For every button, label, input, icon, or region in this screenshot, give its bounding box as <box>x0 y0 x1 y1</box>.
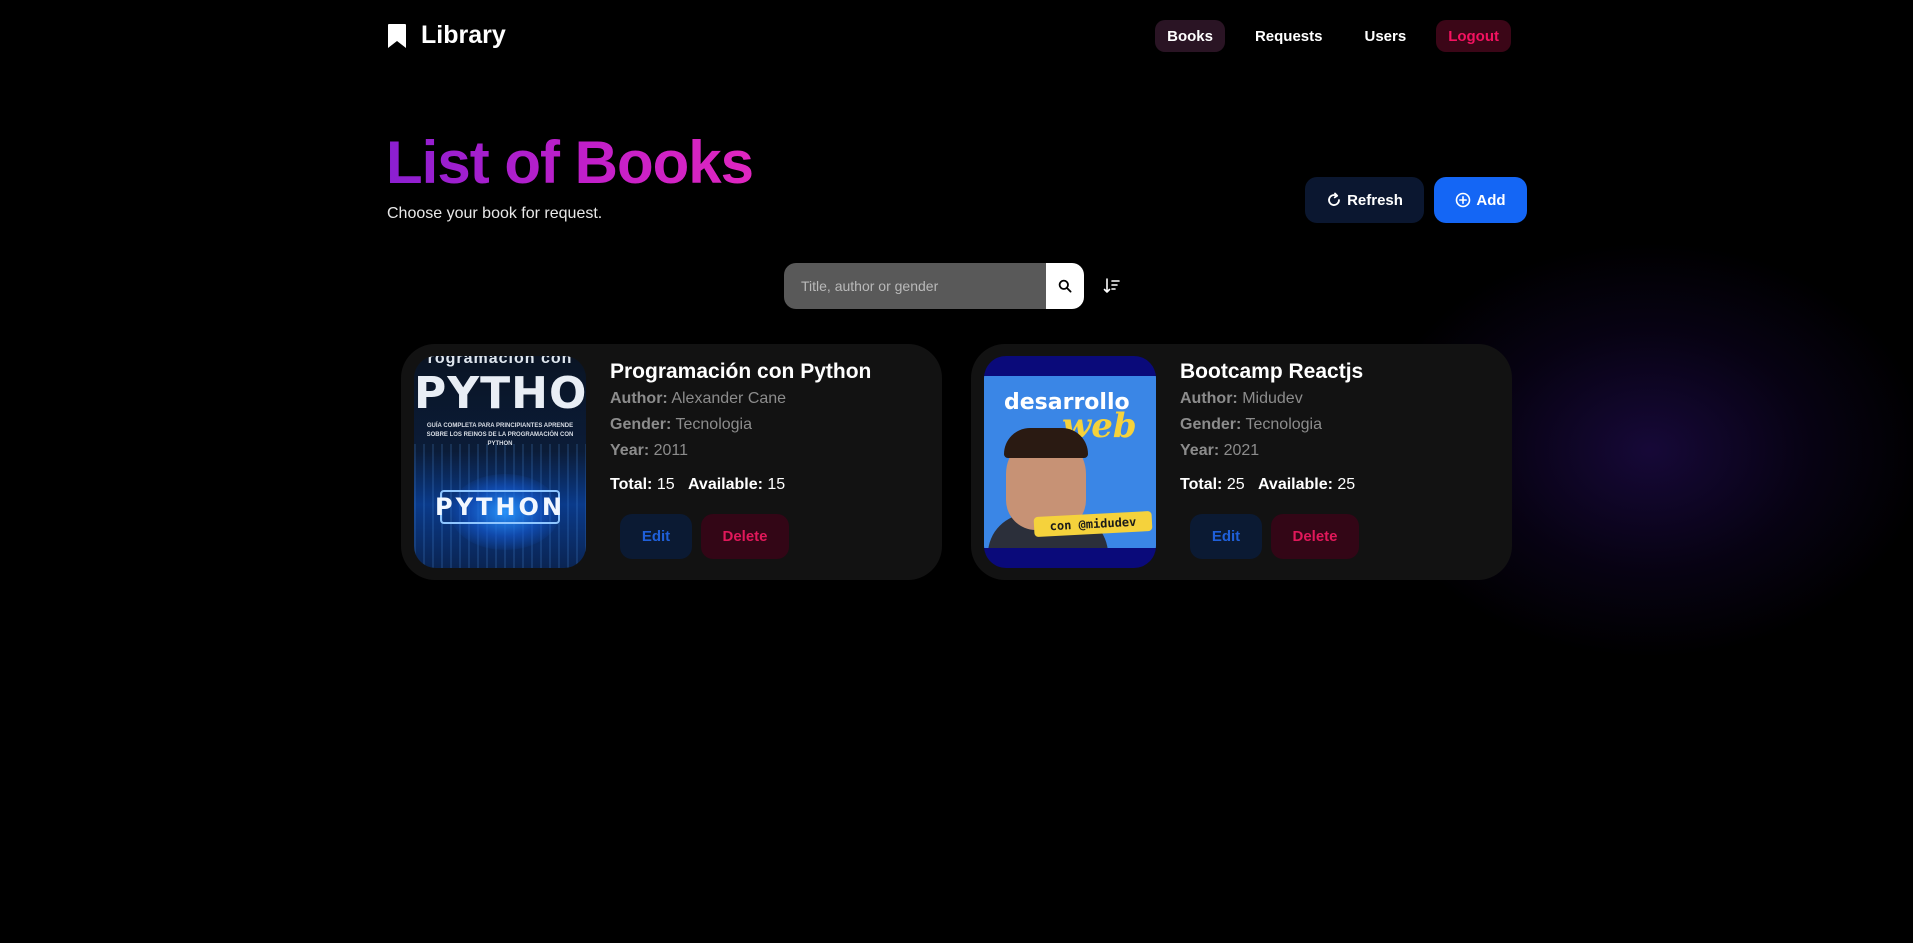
year-label: Year: <box>610 442 650 459</box>
gender-label: Gender: <box>610 416 672 433</box>
author-label: Author: <box>1180 390 1238 407</box>
cover-top-text: rogramacion con <box>427 356 573 367</box>
available-label: Available: <box>1257 476 1333 493</box>
total-label: Total: <box>1180 476 1223 493</box>
total-label: Total: <box>610 476 653 493</box>
available-value: 15 <box>767 476 786 493</box>
edit-button[interactable]: Edit <box>1190 514 1262 559</box>
logout-button[interactable]: Logout <box>1436 20 1511 52</box>
cover-panel: desarrollo web con @midudev <box>984 376 1156 548</box>
nav-books[interactable]: Books <box>1155 20 1225 52</box>
total-value: 25 <box>1226 476 1245 493</box>
sort-icon[interactable] <box>1103 277 1121 295</box>
book-title: Programación con Python <box>610 360 872 383</box>
add-label: Add <box>1476 191 1506 209</box>
page-subtitle: Choose your book for request. <box>387 205 603 222</box>
brand-title: Library <box>421 21 506 49</box>
edit-button[interactable]: Edit <box>620 514 692 559</box>
delete-button[interactable]: Delete <box>701 514 789 559</box>
year-label: Year: <box>1180 442 1220 459</box>
react-cover-art: desarrollo web con @midudev <box>984 356 1156 568</box>
search-input[interactable] <box>784 263 1046 309</box>
gender-label: Gender: <box>1180 416 1242 433</box>
search-bar <box>784 263 1084 309</box>
author-value: Midudev <box>1242 390 1303 407</box>
refresh-button[interactable]: Refresh <box>1305 177 1424 223</box>
available-value: 25 <box>1337 476 1356 493</box>
nav-users[interactable]: Users <box>1352 20 1418 52</box>
book-year: Year: 2011 <box>610 442 688 460</box>
book-author: Author: Alexander Cane <box>610 390 786 408</box>
year-value: 2011 <box>653 442 688 459</box>
book-gender: Gender: Tecnologia <box>610 416 752 434</box>
plus-circle-icon <box>1456 192 1471 208</box>
gender-value: Tecnologia <box>675 416 753 433</box>
navbar: Library Books Requests Users Logout <box>387 18 1511 54</box>
book-card: rogramacion con PYTHON GUÍA COMPLETA PAR… <box>401 344 942 580</box>
book-cover: desarrollo web con @midudev <box>984 356 1156 568</box>
book-author: Author: Midudev <box>1180 390 1303 408</box>
search-icon <box>1058 279 1072 293</box>
python-cover-art: rogramacion con PYTHON GUÍA COMPLETA PAR… <box>414 356 586 568</box>
book-cover: rogramacion con PYTHON GUÍA COMPLETA PAR… <box>414 356 586 568</box>
book-card: desarrollo web con @midudev Bootcamp Rea… <box>971 344 1512 580</box>
gender-value: Tecnologia <box>1245 416 1323 433</box>
book-counts: Total: 25 Available: 25 <box>1180 476 1355 494</box>
page-title: List of Books <box>386 129 754 196</box>
total-value: 15 <box>656 476 675 493</box>
book-title: Bootcamp Reactjs <box>1180 360 1364 383</box>
delete-button[interactable]: Delete <box>1271 514 1359 559</box>
available-label: Available: <box>687 476 763 493</box>
book-year: Year: 2021 <box>1180 442 1259 460</box>
cover-big-text: PYTHON <box>414 368 586 419</box>
search-button[interactable] <box>1046 263 1084 309</box>
brand[interactable]: Library <box>387 21 506 50</box>
cover-box-text: PYTHON <box>435 490 562 524</box>
refresh-label: Refresh <box>1347 191 1403 209</box>
book-counts: Total: 15 Available: 15 <box>610 476 785 494</box>
add-button[interactable]: Add <box>1434 177 1527 223</box>
book-gender: Gender: Tecnologia <box>1180 416 1322 434</box>
cover-subtitle: GUÍA COMPLETA PARA PRINCIPIANTES APRENDE… <box>426 423 574 447</box>
bookmark-icon <box>388 23 406 48</box>
nav-links: Books Requests Users Logout <box>1137 20 1511 52</box>
year-value: 2021 <box>1223 442 1260 459</box>
author-label: Author: <box>610 390 668 407</box>
author-value: Alexander Cane <box>671 390 787 407</box>
cover-person-hair <box>1004 428 1088 458</box>
refresh-icon <box>1328 192 1340 206</box>
nav-requests[interactable]: Requests <box>1243 20 1335 52</box>
